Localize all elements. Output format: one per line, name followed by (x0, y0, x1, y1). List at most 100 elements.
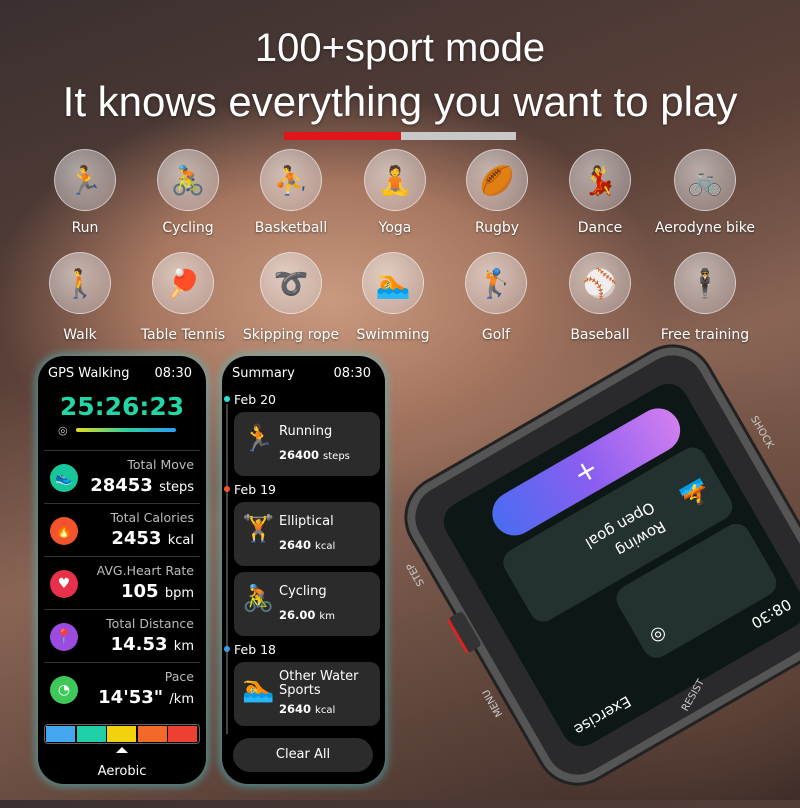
stat-unit: /km (169, 692, 194, 707)
stat-row: 🔥 Total Calories 2453 kcal (44, 503, 200, 556)
stat-unit: bpm (164, 586, 194, 601)
yoga-icon: 🧘 (377, 163, 413, 197)
activity-name: Running (279, 424, 333, 439)
activity-icon: 🏋 (242, 514, 275, 544)
stat-label: AVG.Heart Rate (96, 563, 194, 578)
smartwatch: STEP MENU SHOCK 08:30 ◎ Rowing Open goal… (392, 332, 800, 798)
sport-swimming-icon[interactable]: 🏊 (362, 252, 424, 314)
stat-unit: steps (159, 480, 194, 495)
stat-label: Total Distance (106, 616, 194, 631)
stat-value: 14'53" /km (98, 687, 194, 708)
sport-label: Run (71, 220, 99, 236)
activity-card[interactable]: 🏊 Other Water Sports 2640 kcal (234, 662, 380, 726)
headline-subtitle: It knows everything you want to play (62, 78, 738, 125)
sport-label: Dance (577, 220, 623, 236)
timeline-line (226, 404, 228, 734)
elapsed-time: 25:26:23 (59, 392, 185, 421)
stat-row: 📍 Total Distance 14.53 km (44, 609, 200, 662)
stat-row: ◔ Pace 14'53" /km (44, 662, 200, 715)
activity-icon: 🏊 (242, 674, 275, 704)
stat-value: 105 bpm (120, 581, 194, 602)
activity-icon: 🚴 (242, 584, 275, 614)
sport-baseball-icon[interactable]: ⚾ (569, 252, 631, 314)
sport-skipping-rope-icon[interactable]: ➰ (260, 252, 322, 314)
activity-name: Cycling (279, 584, 327, 599)
step-button-label[interactable]: STEP (405, 561, 427, 588)
date-label: Feb 19 (224, 482, 276, 497)
activity-card[interactable]: 🏋 Elliptical 2640 kcal (234, 502, 380, 566)
swimming-icon: 🏊 (375, 266, 411, 300)
activity-value: 2640 kcal (279, 538, 336, 552)
timeline-dot (224, 646, 230, 652)
sport-label: Golf (481, 327, 511, 343)
speedometer-icon: ◔ (50, 676, 78, 704)
sport-label: Aerodyne bike (654, 220, 756, 236)
menu-button-label[interactable]: MENU (481, 687, 505, 718)
sport-walk-icon[interactable]: 🚶 (49, 252, 111, 314)
date-label: Feb 20 (224, 392, 276, 407)
zone-indicator-icon (116, 747, 128, 753)
zone-label: Aerobic (97, 764, 147, 779)
timeline-dot (224, 486, 230, 492)
sport-golf-icon[interactable]: 🏌 (465, 252, 527, 314)
summary-title: Summary (232, 366, 295, 381)
progress-gradient-bar (76, 428, 176, 432)
activity-name: Other Water Sports (279, 669, 359, 698)
stat-label: Total Move (127, 457, 194, 472)
sport-label: Cycling (162, 220, 214, 236)
accent-bar-red (284, 132, 401, 140)
activity-value: 26400 steps (279, 448, 350, 462)
table-tennis-icon: 🏓 (165, 266, 201, 300)
clear-all-button[interactable]: Clear All (233, 738, 373, 772)
accent-bar-gray (401, 132, 516, 140)
workout-screen: GPS Walking 08:30 25:26:23 ◎ 👟 Total Move… (38, 356, 206, 784)
sport-label: Baseball (570, 327, 630, 343)
stat-value: 2453 kcal (111, 528, 194, 549)
stat-unit: km (173, 639, 194, 654)
target-icon: ◎ (58, 424, 68, 437)
shock-label: SHOCK (747, 414, 775, 451)
sport-cycling-icon[interactable]: 🚴 (157, 149, 219, 211)
stat-label: Total Calories (110, 510, 195, 525)
activity-icon: 🏃 (242, 424, 275, 454)
sport-label: Basketball (254, 220, 328, 236)
activity-card[interactable]: 🏃 Running 26400 steps (234, 412, 380, 476)
heart-icon: ♥ (50, 570, 78, 598)
stat-value: 28453 steps (90, 475, 194, 496)
sport-yoga-icon[interactable]: 🧘 (364, 149, 426, 211)
activity-value: 26.00 km (279, 608, 335, 622)
sport-label: Walk (63, 327, 97, 343)
sport-exercise-bike-icon[interactable]: 🚲 (674, 149, 736, 211)
shoe-icon: 👟 (50, 464, 78, 492)
headline-title: 100+sport mode (254, 26, 546, 70)
target-icon: ◎ (646, 622, 671, 649)
skipping-rope-icon: ➰ (273, 266, 309, 300)
basketball-icon: ⛹ (273, 163, 309, 197)
workout-title: GPS Walking (48, 366, 130, 381)
activity-value: 2640 kcal (279, 702, 336, 716)
sport-label: Swimming (356, 327, 430, 343)
sport-label: Rugby (474, 220, 520, 236)
golf-icon: 🏌 (478, 266, 514, 300)
activity-name: Elliptical (279, 514, 334, 529)
stat-row: 👟 Total Move 28453 steps (44, 450, 200, 503)
free-training-icon: 🕴 (687, 266, 723, 300)
sport-table-tennis-icon[interactable]: 🏓 (152, 252, 214, 314)
crown-icon[interactable] (446, 610, 482, 655)
workout-clock: 08:30 (154, 366, 192, 381)
sport-label: Table Tennis (140, 327, 226, 343)
sport-dance-icon[interactable]: 💃 (569, 149, 631, 211)
rugby-icon: 🏉 (479, 163, 515, 197)
dance-icon: 💃 (582, 163, 618, 197)
sport-run-icon[interactable]: 🏃 (54, 149, 116, 211)
rowing-icon: 🚣 (677, 476, 714, 512)
cycling-icon: 🚴 (170, 163, 206, 197)
sport-rugby-icon[interactable]: 🏉 (466, 149, 528, 211)
sport-basketball-icon[interactable]: ⛹ (260, 149, 322, 211)
run-icon: 🏃 (67, 163, 103, 197)
sport-free-training-icon[interactable]: 🕴 (674, 252, 736, 314)
activity-card[interactable]: 🚴 Cycling 26.00 km (234, 572, 380, 636)
sport-label: Free training (660, 327, 750, 343)
date-label: Feb 18 (224, 642, 276, 657)
baseball-icon: ⚾ (582, 266, 618, 300)
